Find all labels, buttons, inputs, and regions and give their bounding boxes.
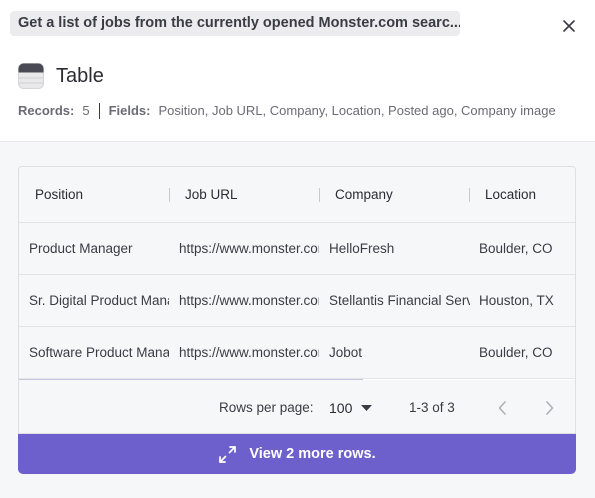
column-divider[interactable] [169, 188, 170, 202]
caret-down-icon [361, 404, 373, 411]
previous-page-button[interactable] [493, 399, 511, 417]
rows-per-page-label: Rows per page: [219, 400, 314, 415]
cell-position: Sr. Digital Product Manager [29, 293, 169, 308]
cell-company: Jobot [329, 345, 363, 360]
table-row[interactable]: Product Manager https://www.monster.com … [19, 223, 575, 275]
cell-location: Boulder, CO [479, 345, 553, 360]
column-header-job-url[interactable]: Job URL [185, 167, 238, 223]
table-header: Position Job URL Company Location [19, 167, 575, 223]
cell-location: Boulder, CO [479, 241, 553, 256]
table-row[interactable]: Sr. Digital Product Manager https://www.… [19, 275, 575, 327]
rows-per-page-value: 100 [329, 399, 353, 416]
column-header-position[interactable]: Position [35, 167, 83, 223]
expand-icon [218, 445, 237, 464]
close-icon [563, 20, 575, 32]
cell-company: HelloFresh [329, 241, 395, 256]
cell-location: Houston, TX [479, 293, 554, 308]
page-title: Table [56, 65, 104, 87]
fields-list: Position, Job URL, Company, Location, Po… [158, 103, 556, 118]
records-count: 5 [82, 103, 90, 118]
next-page-button[interactable] [540, 399, 558, 417]
pagination-range: 1-3 of 3 [409, 400, 455, 415]
column-header-company[interactable]: Company [335, 167, 393, 223]
cell-company: Stellantis Financial Services [329, 293, 470, 308]
cell-position: Product Manager [29, 241, 133, 256]
data-table: Position Job URL Company Location Produc… [18, 166, 576, 434]
table-icon [18, 63, 44, 89]
chevron-right-icon [545, 401, 553, 415]
fields-label: Fields: [108, 103, 151, 118]
view-more-rows-label: View 2 more rows. [249, 446, 376, 462]
pagination-bar: Rows per page: 100 1-3 of 3 [19, 380, 575, 433]
cell-job-url: https://www.monster.com [179, 345, 319, 360]
column-divider[interactable] [469, 188, 470, 202]
records-label: Records: [18, 103, 75, 118]
table-row[interactable]: Software Product Manager https://www.mon… [19, 327, 575, 379]
chevron-left-icon [498, 401, 506, 415]
column-divider[interactable] [319, 188, 320, 202]
dataset-meta: Records: 5 Fields: Position, Job URL, Co… [18, 102, 556, 120]
view-more-rows-button[interactable]: View 2 more rows. [18, 434, 576, 474]
column-header-location[interactable]: Location [485, 167, 536, 223]
cell-job-url: https://www.monster.com [179, 293, 319, 308]
task-chip: Get a list of jobs from the currently op… [10, 11, 460, 36]
cell-job-url: https://www.monster.com [179, 241, 319, 256]
cell-position: Software Product Manager [29, 345, 169, 360]
meta-divider [98, 103, 100, 119]
close-button[interactable] [559, 16, 579, 36]
rows-per-page-select[interactable]: 100 [329, 380, 373, 433]
